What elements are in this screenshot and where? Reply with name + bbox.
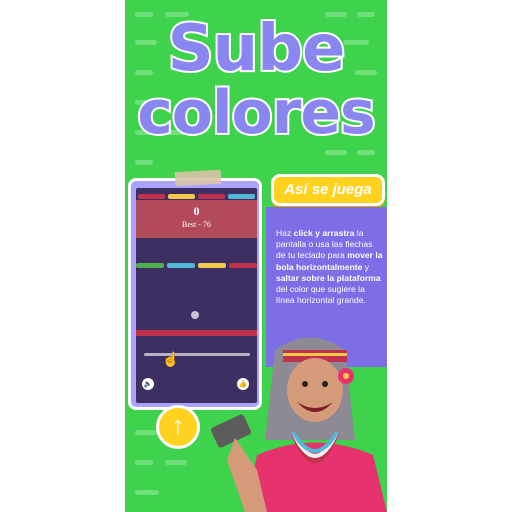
row-color-bar-1	[136, 263, 164, 268]
background-dash	[135, 160, 153, 165]
tape-decoration	[174, 169, 222, 187]
row-color-bar-3	[198, 263, 226, 268]
row-color-bar-4	[229, 263, 257, 268]
background-dash	[135, 460, 153, 465]
title-line-2: colores	[135, 76, 378, 150]
title-line-1: Sube	[166, 10, 348, 88]
background-dash	[165, 460, 187, 465]
top-color-bar-3	[198, 194, 225, 199]
background-dash	[135, 490, 159, 495]
score-value: 0	[193, 204, 200, 218]
hand-pointer-icon: ☝	[162, 353, 180, 368]
row-color-bar-2	[167, 263, 195, 268]
top-color-bar-1	[138, 194, 165, 199]
character-illustration	[211, 337, 387, 512]
background-dash	[135, 430, 157, 435]
background-dash	[325, 150, 347, 155]
top-color-bar-2	[168, 194, 195, 199]
instructions-text: Haz click y arrastra la pantalla o usa l…	[276, 228, 383, 306]
top-color-bar-4	[228, 194, 255, 199]
character-face	[287, 358, 343, 422]
ball	[191, 311, 199, 319]
best-score: Best - 76	[182, 220, 211, 229]
background-dash	[357, 150, 375, 155]
phone-icon	[211, 414, 251, 448]
howto-button[interactable]: Así se juega	[271, 174, 385, 206]
up-arrow-icon[interactable]: ↑	[156, 405, 200, 449]
speaker-icon[interactable]: 🔈	[142, 378, 154, 390]
